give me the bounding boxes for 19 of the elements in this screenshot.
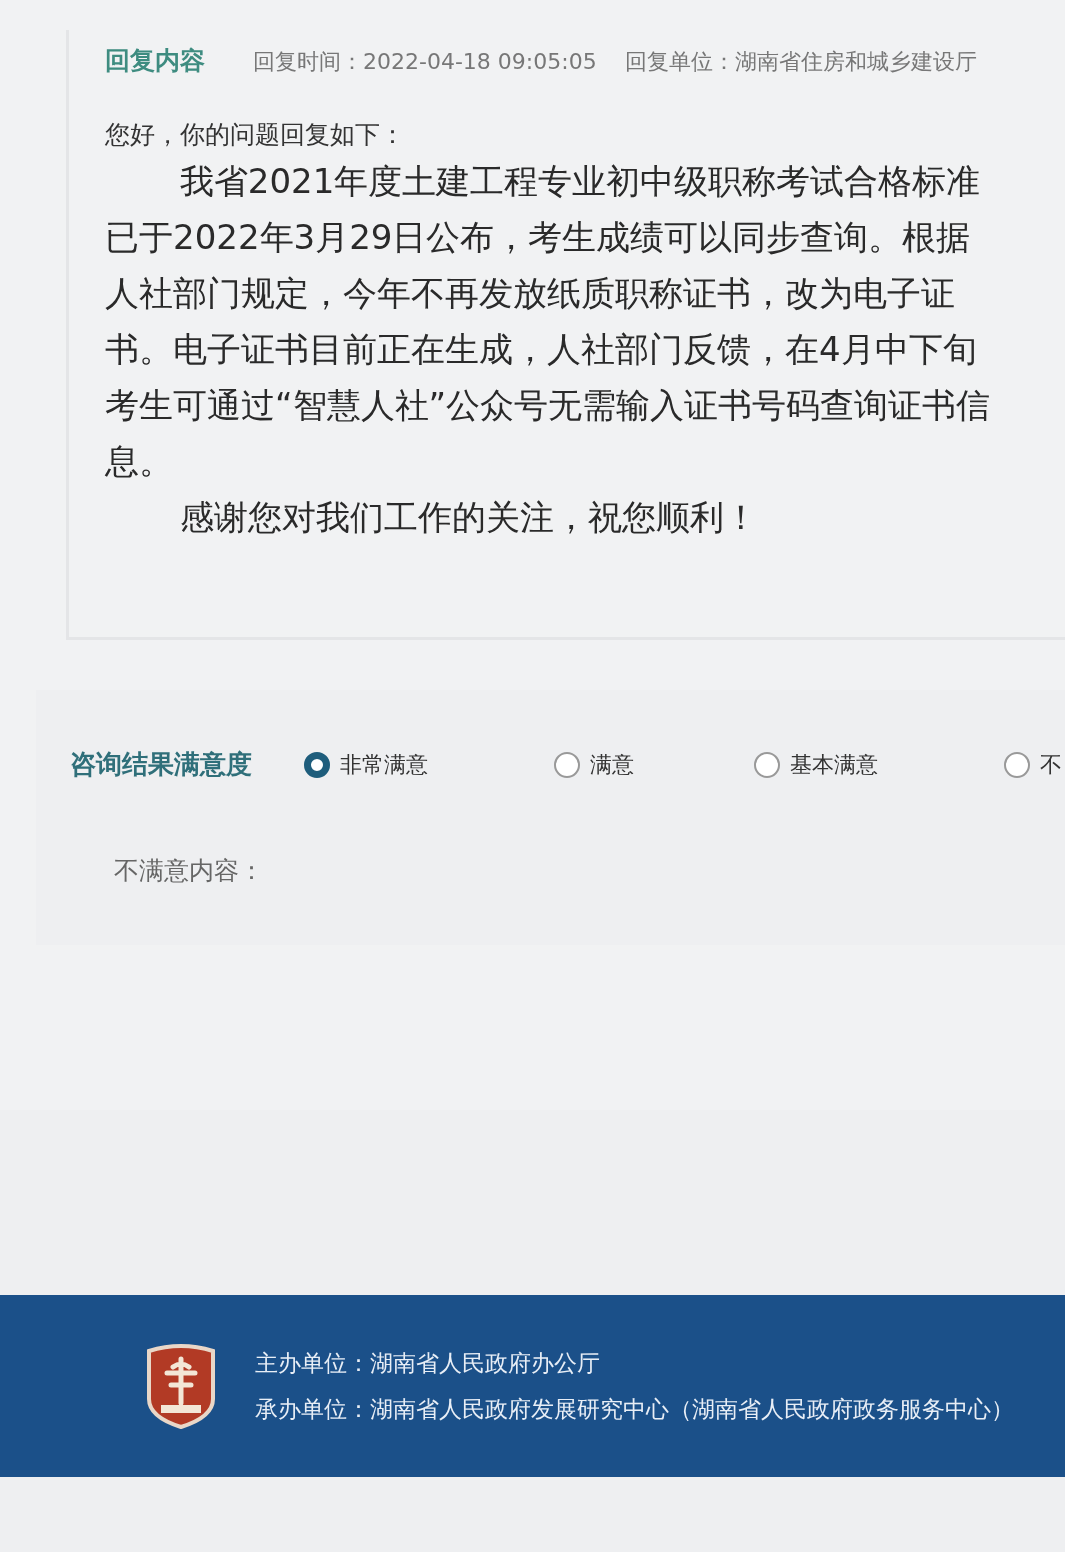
footer-text: 主办单位：湖南省人民政府办公厅 xyxy=(255,1349,601,1378)
satisfaction-label: 咨询结果满意度 xyxy=(70,748,253,781)
radio-option[interactable]: 基本满意 xyxy=(754,748,1004,781)
radio-icon[interactable] xyxy=(304,751,330,778)
radio-option[interactable]: 不 xyxy=(1004,748,1064,781)
reply-time: 回复时间：2022-04-18 09:05:05 xyxy=(253,48,597,76)
reply-unit: 回复单位：湖南省住房和城乡建设厅 xyxy=(624,48,977,76)
reply-paragraph: 我省2021年度土建工程专业初中级职称考试合格标准已于2022年3月29日公布，考生成绩可以同步查询。根据人社部门规定，今年不再发放纸质职称证书，改为电子证书。电子证书目前正在生成，人社部门反馈，在4月中下旬考生可通过“智慧人社”公众号无需输入证书号码查询证书信息。 xyxy=(105,160,992,483)
emblem-icon xyxy=(145,1343,217,1429)
greeting-text: 您好，你的问题回复如下： xyxy=(105,118,406,151)
complaint-label: 不满意内容： xyxy=(114,855,265,887)
radio-option[interactable]: 满意 xyxy=(554,748,754,781)
radio-icon[interactable] xyxy=(754,751,780,778)
section-title: 回复内容 xyxy=(105,45,205,77)
footer-text: 承办单位：湖南省人民政府发展研究中心（湖南省人民政府政务服务中心） xyxy=(255,1395,1014,1424)
radio-option[interactable]: 非常满意 xyxy=(304,748,554,781)
radio-icon[interactable] xyxy=(1004,751,1030,778)
radio-icon[interactable] xyxy=(554,751,580,778)
reply-paragraph: 感谢您对我们工作的关注，祝您顺利！ xyxy=(178,496,759,539)
